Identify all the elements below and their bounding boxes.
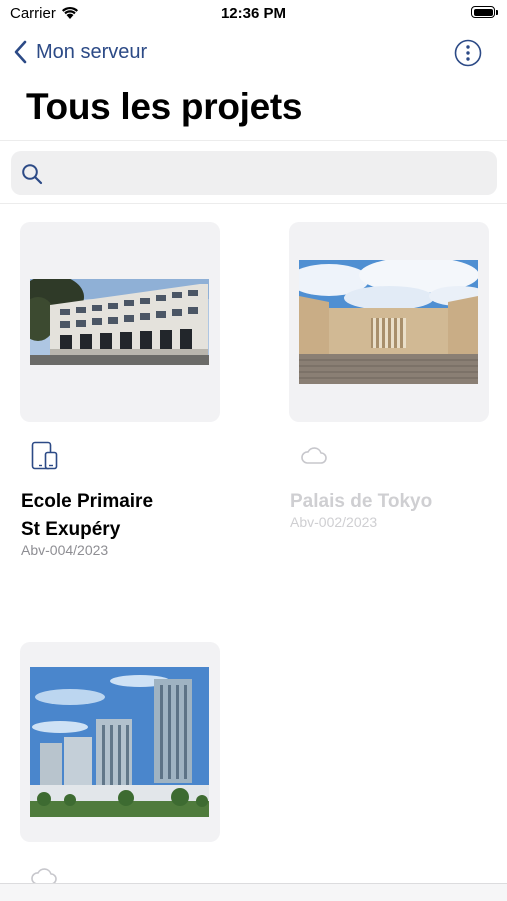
search-icon bbox=[22, 164, 43, 185]
divider bbox=[0, 203, 507, 204]
back-button[interactable]: Mon serveur bbox=[14, 37, 147, 67]
project-name: Palais de Tokyo bbox=[290, 491, 433, 512]
page-title: Tous les projets bbox=[26, 86, 303, 127]
project-card-3[interactable] bbox=[20, 642, 220, 842]
project-card-ecole-primaire[interactable] bbox=[20, 222, 220, 422]
tab-bar bbox=[0, 883, 507, 901]
cloud-icon bbox=[301, 447, 327, 464]
project-thumbnail bbox=[30, 279, 209, 365]
back-button-label: Mon serveur bbox=[36, 40, 148, 63]
project-reference: Abv-002/2023 bbox=[290, 514, 378, 530]
project-card-palais-de-tokyo[interactable] bbox=[289, 222, 489, 422]
battery-icon bbox=[471, 6, 499, 20]
project-name: Ecole Primaire St Exupéry bbox=[21, 488, 153, 544]
status-bar: Carrier 12:36 PM bbox=[0, 0, 507, 30]
project-name-line1: Ecole Primaire bbox=[21, 491, 154, 512]
project-reference: Abv-004/2023 bbox=[21, 542, 109, 558]
search-input[interactable] bbox=[53, 151, 487, 197]
chevron-left-icon bbox=[14, 40, 27, 64]
project-name-line2: St Exupéry bbox=[21, 519, 121, 540]
project-thumbnail bbox=[30, 667, 209, 817]
search-bar[interactable] bbox=[11, 151, 497, 197]
divider bbox=[0, 140, 507, 141]
clock: 12:36 PM bbox=[220, 5, 287, 22]
project-thumbnail bbox=[299, 260, 478, 384]
more-options-icon[interactable] bbox=[454, 39, 482, 67]
device-icon bbox=[31, 441, 58, 470]
